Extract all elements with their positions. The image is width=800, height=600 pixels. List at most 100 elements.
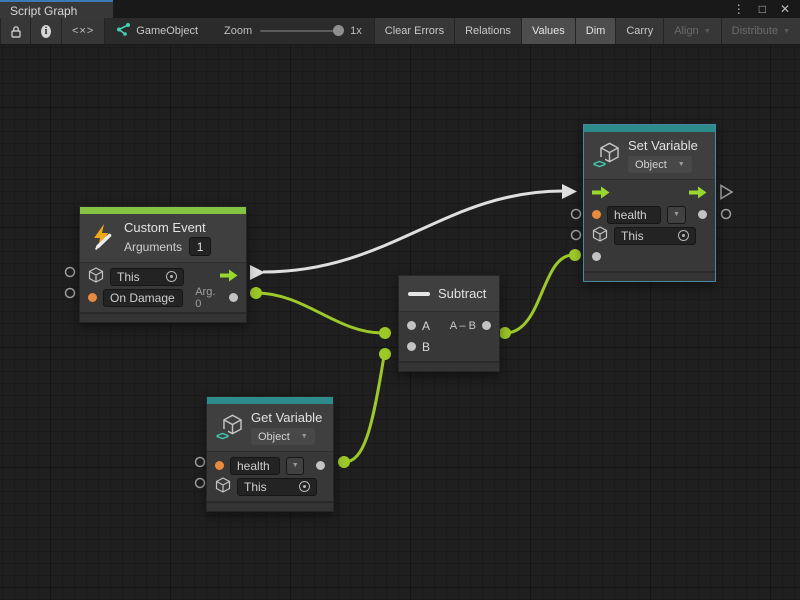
target-field[interactable]: This [237,478,317,496]
tab-bar: Script Graph ⋮ □ ✕ [0,0,800,18]
clear-errors-button[interactable]: Clear Errors [374,18,455,44]
close-icon[interactable]: ✕ [780,3,790,15]
node-title: Get Variable [251,410,322,425]
port-outer[interactable] [66,289,75,298]
port-outer[interactable] [196,458,205,467]
wire-subtract-setvariable-value[interactable] [505,255,573,333]
align-dropdown[interactable]: Align ▼ [664,18,721,44]
variable-scope-dropdown[interactable]: Object ▼ [251,428,315,445]
port-outer[interactable] [722,210,731,219]
values-toggle[interactable]: Values [522,18,576,44]
node-subtract[interactable]: Subtract A A – B B [398,275,500,372]
window-controls: ⋮ □ ✕ [733,0,800,18]
graph-target[interactable]: GameObject [105,18,208,44]
carry-toggle[interactable]: Carry [616,18,664,44]
output-label: A – B [450,320,476,332]
gameobject-icon [115,23,130,39]
target-picker-icon[interactable] [678,230,689,241]
target-picker-icon[interactable] [166,271,177,282]
node-set-variable[interactable]: <> Set Variable Object ▼ [583,124,716,282]
port-outer[interactable] [572,210,581,219]
wire-flow-customevent-setvariable[interactable] [263,191,563,272]
port-outer[interactable] [66,268,75,277]
arg0-output-port[interactable] [229,293,238,302]
cube-icon [88,267,104,286]
custom-event-icon [89,223,116,253]
wire-endpoint[interactable] [338,456,350,468]
input-b-port[interactable] [407,342,416,351]
arguments-label: Arguments [124,240,182,254]
lock-button[interactable] [0,18,31,44]
distribute-dropdown[interactable]: Distribute ▼ [722,18,800,44]
wire-endpoint[interactable] [250,287,262,299]
value-input-port[interactable] [592,252,601,261]
zoom-slider-knob[interactable] [333,25,344,36]
cube-icon [592,226,608,245]
output-port[interactable] [698,210,707,219]
variable-scope-dropdown[interactable]: Object ▼ [628,156,692,173]
target-field[interactable]: This [110,268,184,286]
node-footer [80,312,246,322]
wire-endpoint[interactable] [379,327,391,339]
chevron-down-icon: ▼ [292,462,299,469]
node-title: Custom Event [124,220,211,235]
cube-icon [215,477,231,496]
tab-label: Script Graph [10,4,77,18]
flow-in-arrow-icon[interactable] [592,186,610,202]
node-footer [584,271,715,281]
zoom-control: Zoom 1x [208,18,374,44]
node-footer [207,501,333,511]
port-outer[interactable] [196,479,205,488]
value-port[interactable] [215,461,224,470]
wire-getvariable-subtract-b[interactable] [344,356,384,462]
variable-name-dropdown-button[interactable]: ▼ [286,457,304,475]
chevron-down-icon: ▼ [673,211,680,218]
flow-port-outer[interactable] [721,186,732,199]
node-custom-event[interactable]: Custom Event Arguments 1 This [79,206,247,323]
subtract-icon [408,292,430,296]
flow-out-arrow-icon[interactable] [689,186,707,202]
input-a-port[interactable] [407,321,416,330]
port-outer[interactable] [572,231,581,240]
code-view-button[interactable]: <×> [62,18,105,44]
chevron-down-icon: ▼ [704,28,711,35]
node-get-variable[interactable]: <> Get Variable Object ▼ health [206,396,334,512]
tab-script-graph[interactable]: Script Graph [0,0,113,18]
output-port[interactable] [482,321,491,330]
output-port[interactable] [316,461,325,470]
variable-name-dropdown-button[interactable]: ▼ [667,206,686,224]
flow-input-arrow-icon[interactable] [562,184,577,199]
target-picker-icon[interactable] [299,481,310,492]
variable-name-field[interactable]: health [230,457,280,475]
info-button[interactable]: i [31,18,62,44]
wire-endpoint[interactable] [379,348,391,360]
flow-output-arrow-icon[interactable] [250,265,265,280]
graph-canvas[interactable]: Custom Event Arguments 1 This [0,45,800,600]
variable-name-field[interactable]: health [607,206,661,224]
variable-color-bar [207,397,333,404]
node-header: Subtract [399,276,499,312]
relations-button[interactable]: Relations [455,18,522,44]
graph-toolbar: i <×> GameObject Zoom 1x [0,18,800,45]
window-menu-icon[interactable]: ⋮ [733,3,745,15]
wire-arg0-subtract-a[interactable] [256,293,383,333]
flow-arrow-icon[interactable] [220,269,238,285]
event-name-field[interactable]: On Damage [103,289,183,307]
chevron-down-icon: ▼ [301,433,308,440]
dim-toggle[interactable]: Dim [576,18,617,44]
node-body: A A – B B [399,312,499,361]
gameobject-label: GameObject [136,25,198,37]
value-port[interactable] [592,210,601,219]
variable-color-bar [584,125,715,132]
arguments-input[interactable]: 1 [189,237,211,256]
wire-endpoint[interactable] [569,249,581,261]
zoom-slider[interactable] [260,30,342,32]
event-color-bar [80,207,246,214]
value-port[interactable] [88,293,97,302]
node-header: <> Set Variable Object ▼ [584,132,715,180]
info-icon: i [41,25,51,38]
node-title: Set Variable [628,138,698,153]
maximize-icon[interactable]: □ [759,3,766,15]
wire-endpoint[interactable] [499,327,511,339]
target-field[interactable]: This [614,227,696,245]
